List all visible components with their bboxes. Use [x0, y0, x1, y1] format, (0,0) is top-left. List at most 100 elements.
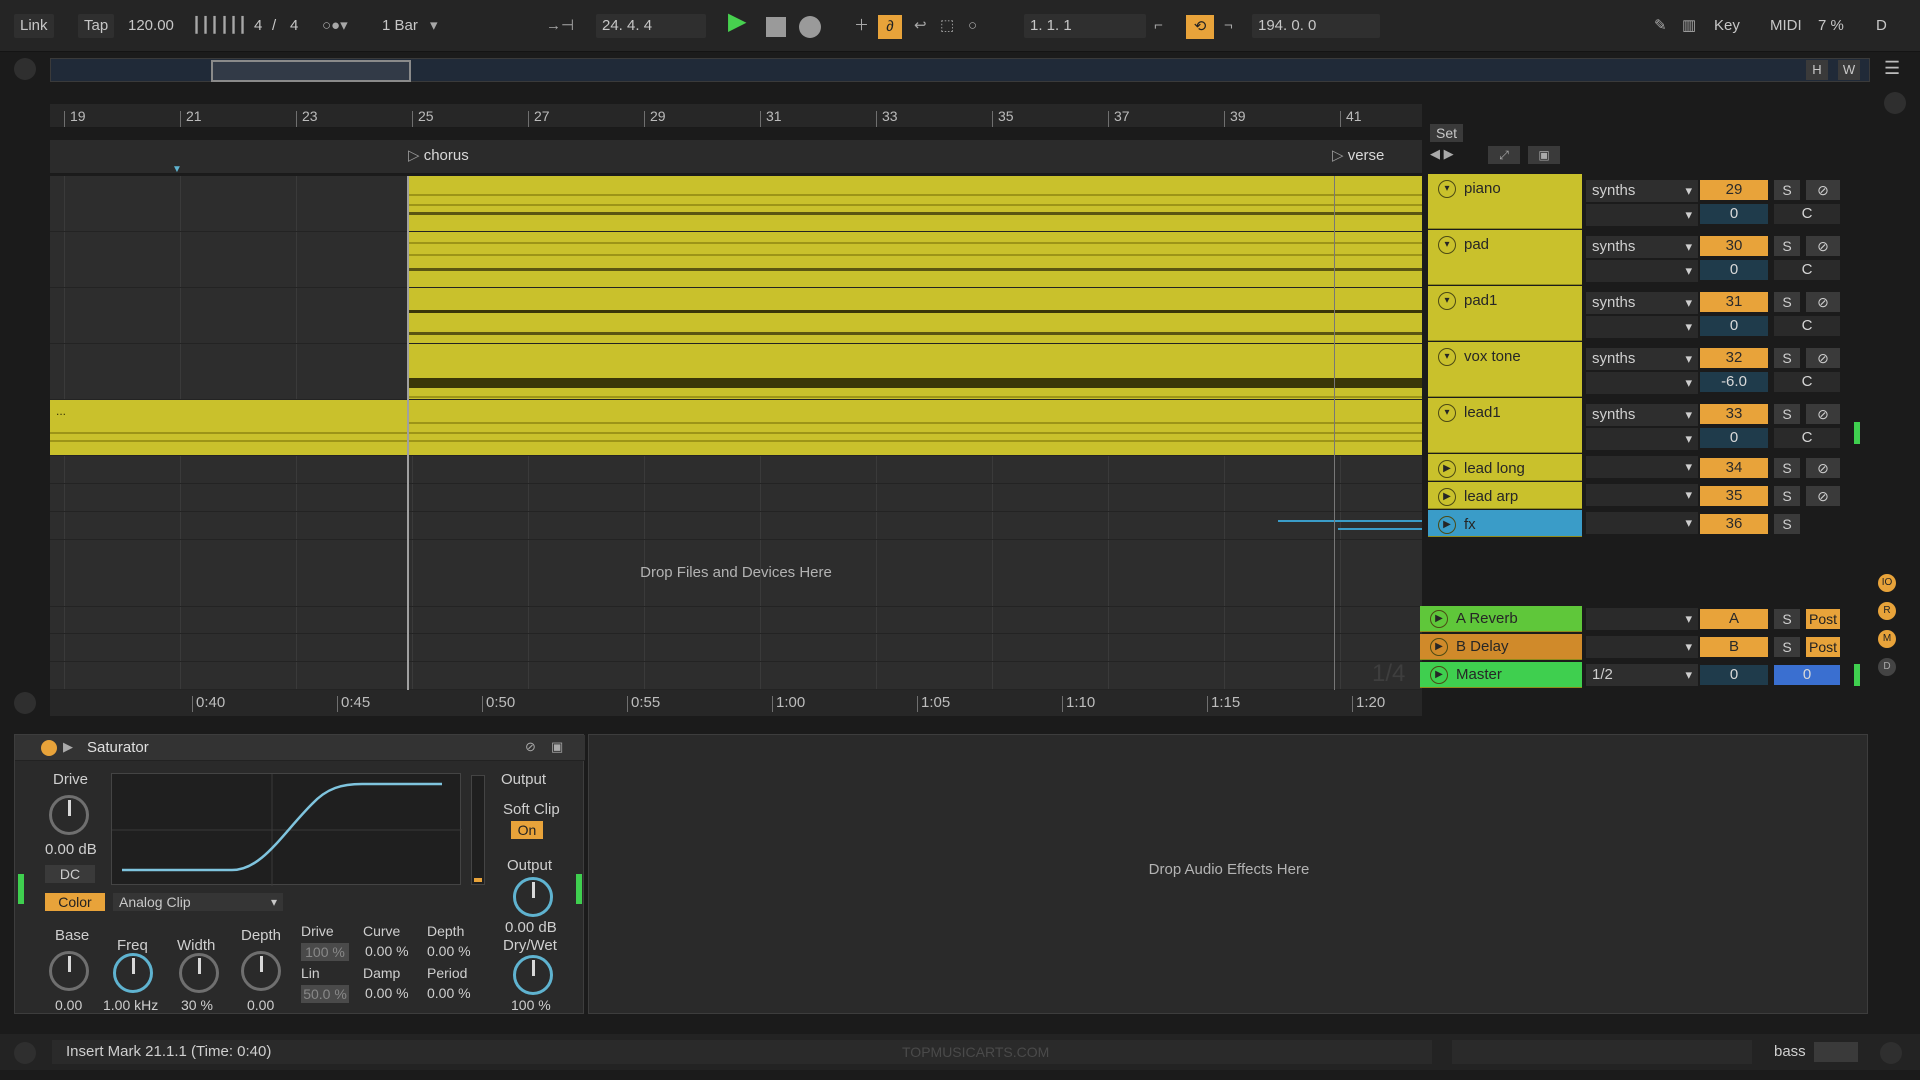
- track-header[interactable]: ▶ lead long: [1428, 454, 1582, 481]
- ws-depth-value[interactable]: 0.00 %: [427, 943, 471, 959]
- midi-map-button[interactable]: MIDI: [1770, 14, 1802, 38]
- detail-toggle-icon[interactable]: [14, 1042, 36, 1064]
- depth-value[interactable]: 0.00: [247, 997, 274, 1013]
- track-number[interactable]: 29: [1700, 180, 1768, 200]
- track-header[interactable]: ▾ pad: [1428, 230, 1582, 285]
- keyboard-icon[interactable]: ▥: [1682, 14, 1696, 38]
- master-pan[interactable]: 0: [1774, 665, 1840, 685]
- return-letter[interactable]: B: [1700, 637, 1768, 657]
- depth-knob[interactable]: [241, 951, 281, 991]
- punch-in-icon[interactable]: ⌐: [1154, 14, 1163, 38]
- freq-knob[interactable]: [113, 953, 153, 993]
- ws-curve-value[interactable]: 0.00 %: [365, 943, 409, 959]
- mode-select[interactable]: Analog Clip ▾: [113, 893, 283, 911]
- drywet-knob[interactable]: [513, 955, 553, 995]
- drywet-value[interactable]: 100 %: [511, 997, 551, 1013]
- play-icon[interactable]: ▶: [1438, 488, 1456, 506]
- play-icon[interactable]: ▶: [1438, 516, 1456, 534]
- session-record-icon[interactable]: ○: [968, 14, 977, 38]
- arm-icon[interactable]: ⊘: [1806, 404, 1840, 424]
- time-sig-denominator[interactable]: 4: [290, 14, 298, 38]
- song-position-field[interactable]: 24. 4. 4: [596, 14, 706, 38]
- track-input-select[interactable]: [1586, 484, 1698, 506]
- tap-button[interactable]: Tap: [78, 14, 115, 38]
- track-group-select[interactable]: synths: [1586, 404, 1698, 426]
- solo-button[interactable]: S: [1774, 637, 1800, 657]
- fold-icon[interactable]: ▾: [1438, 180, 1456, 198]
- nudge-down-icon[interactable]: ┃┃┃: [192, 14, 219, 38]
- track-input-select[interactable]: [1586, 372, 1698, 394]
- base-value[interactable]: 0.00: [55, 997, 82, 1013]
- track-input-select[interactable]: [1586, 260, 1698, 282]
- quantize-select[interactable]: 1 Bar: [382, 14, 418, 38]
- midi-clip[interactable]: [408, 232, 1422, 287]
- arm-icon[interactable]: ⊘: [1806, 292, 1840, 312]
- solo-button[interactable]: S: [1774, 404, 1800, 424]
- fold-icon[interactable]: ▾: [1438, 404, 1456, 422]
- post-button[interactable]: Post: [1806, 637, 1840, 657]
- mixer-toggle-icon[interactable]: [1884, 92, 1906, 114]
- fold-icon[interactable]: ▾: [1438, 292, 1456, 310]
- arm-icon[interactable]: ⊘: [1806, 180, 1840, 200]
- midi-clip[interactable]: [408, 344, 1422, 399]
- master-track-header[interactable]: ▶ Master: [1420, 662, 1582, 688]
- device-hotswap-icon[interactable]: ⊘: [525, 739, 536, 755]
- track-volume[interactable]: 0: [1700, 204, 1768, 224]
- solo-button[interactable]: S: [1774, 458, 1800, 478]
- track-lane-lead1[interactable]: ...: [50, 400, 1422, 456]
- draw-mode-icon[interactable]: ✎: [1654, 14, 1667, 38]
- track-volume[interactable]: 0: [1700, 428, 1768, 448]
- track-pan[interactable]: C: [1774, 428, 1840, 448]
- drive-value[interactable]: 0.00 dB: [45, 841, 97, 858]
- record-button[interactable]: [799, 16, 821, 38]
- track-header[interactable]: ▶ lead arp: [1428, 482, 1582, 509]
- delay-toggle-icon[interactable]: D: [1878, 658, 1896, 676]
- loop-switch-icon[interactable]: ⟲: [1186, 15, 1214, 39]
- track-header[interactable]: ▾ lead1: [1428, 398, 1582, 453]
- locator-chorus[interactable]: ▷ chorus: [408, 146, 469, 164]
- beat-ruler[interactable]: 19 21 23 25 27 29 31 33 35 37 39 41: [50, 104, 1422, 128]
- overdub-icon[interactable]: ＋: [854, 14, 869, 38]
- time-sig-numerator[interactable]: 4: [254, 14, 262, 38]
- track-lane-lead-long[interactable]: [50, 456, 1422, 484]
- solo-button[interactable]: S: [1774, 236, 1800, 256]
- device-expand-icon[interactable]: ▶: [63, 739, 73, 755]
- locator-verse[interactable]: ▷ verse: [1332, 146, 1384, 164]
- return-track-header[interactable]: ▶ B Delay: [1420, 634, 1582, 660]
- return-input-select[interactable]: [1586, 636, 1698, 658]
- master-volume[interactable]: 0: [1700, 665, 1768, 685]
- optimize-height-button[interactable]: H: [1806, 60, 1828, 80]
- arm-icon[interactable]: ⊘: [1806, 458, 1840, 478]
- ws-lin-value[interactable]: 50.0 %: [301, 985, 349, 1003]
- arm-icon[interactable]: ⊘: [1806, 348, 1840, 368]
- track-header[interactable]: ▾ piano: [1428, 174, 1582, 229]
- returns-toggle-icon[interactable]: R: [1878, 602, 1896, 620]
- track-volume[interactable]: -6.0: [1700, 372, 1768, 392]
- track-input-select[interactable]: [1586, 428, 1698, 450]
- optimize-width-button[interactable]: W: [1838, 60, 1860, 80]
- master-output-select[interactable]: 1/2: [1586, 664, 1698, 686]
- follow-icon[interactable]: →⊣: [546, 14, 574, 38]
- play-icon[interactable]: ▶: [1430, 666, 1448, 684]
- punch-out-icon[interactable]: ¬: [1224, 14, 1233, 38]
- solo-button[interactable]: S: [1774, 348, 1800, 368]
- track-pan[interactable]: C: [1774, 260, 1840, 280]
- track-input-select[interactable]: [1586, 512, 1698, 534]
- output-value[interactable]: 0.00 dB: [505, 919, 557, 936]
- play-button[interactable]: ▶: [728, 10, 746, 34]
- return-input-select[interactable]: [1586, 608, 1698, 630]
- locator-lane[interactable]: ▼ ▷ chorus ▷ verse: [50, 140, 1422, 175]
- play-icon[interactable]: ▶: [1430, 610, 1448, 628]
- overview-toggle-icon[interactable]: [14, 692, 36, 714]
- track-volume[interactable]: 0: [1700, 316, 1768, 336]
- solo-button[interactable]: S: [1774, 486, 1800, 506]
- track-number[interactable]: 32: [1700, 348, 1768, 368]
- return-lane-delay[interactable]: [50, 634, 1422, 662]
- menu-icon[interactable]: ☰: [1884, 58, 1900, 79]
- play-icon[interactable]: ▶: [1438, 460, 1456, 478]
- loop-length-field[interactable]: 194. 0. 0: [1252, 14, 1380, 38]
- dc-button[interactable]: DC: [45, 865, 95, 883]
- reenable-automation-icon[interactable]: ↩: [914, 14, 927, 38]
- track-lane-piano[interactable]: [50, 176, 1422, 232]
- ws-damp-value[interactable]: 0.00 %: [365, 985, 409, 1001]
